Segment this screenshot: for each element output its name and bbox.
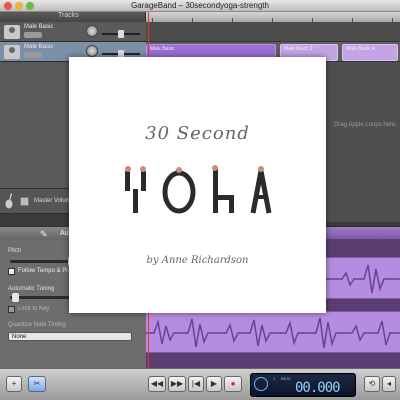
follow-tempo-checkbox[interactable] (8, 268, 15, 275)
tracks-header: Tracks (0, 12, 146, 22)
drag-loops-hint: Drag Apple Loops here. (334, 122, 398, 128)
control-bar: + ✂ ◀◀ ▶▶ |◀ ▶ ● 1 BEAT 00.000 ⟲ ◂ (0, 368, 400, 400)
tracks-header-label: Tracks (58, 12, 79, 19)
lcd-measure-label: 1 (273, 376, 276, 381)
follow-tempo-label: Follow Tempo & Pi (18, 268, 68, 274)
cover-title: 30 Second (145, 123, 250, 144)
cover-author: by Anne Richardson (146, 255, 249, 266)
limit-key-checkbox[interactable] (8, 306, 15, 313)
lcd-beat-label: BEAT (281, 376, 292, 381)
yoga-figures-logo (125, 165, 272, 214)
track-volume-slider[interactable] (102, 50, 140, 58)
window-titlebar: GarageBand – 30secondyoga-strength (0, 0, 400, 12)
volume-icon[interactable]: ◂ (382, 376, 396, 392)
male-voice-icon (4, 25, 20, 39)
track-lane[interactable] (146, 22, 400, 42)
pan-knob[interactable] (86, 25, 98, 37)
pan-knob[interactable] (86, 45, 98, 57)
timeline-ruler[interactable] (146, 12, 400, 22)
waveform-graphic (146, 317, 400, 349)
play-button[interactable]: ▶ (206, 376, 222, 392)
fast-forward-button[interactable]: ▶▶ (168, 376, 186, 392)
track-volume-slider[interactable] (102, 30, 140, 38)
album-cover: 30 Second by Anne Richardson (69, 57, 326, 313)
track-controls-button[interactable] (24, 32, 42, 38)
track-controls-button[interactable] (24, 52, 42, 58)
wrench-icon: ✎ (40, 229, 48, 239)
pitch-label: Pitch (8, 248, 22, 254)
limit-key-label: Limit to Key (18, 306, 50, 312)
master-enable-button[interactable] (20, 197, 29, 206)
region-label: Male Basic.4 (346, 46, 375, 52)
rewind-button[interactable]: ◀◀ (148, 376, 166, 392)
waveform-strip[interactable] (146, 311, 400, 353)
male-voice-icon (4, 45, 20, 59)
quantize-select[interactable]: None (8, 332, 132, 341)
record-button[interactable]: ● (224, 376, 242, 392)
track-name: Male Basic (24, 24, 54, 30)
tuning-thumb[interactable] (12, 293, 19, 302)
guitar-icon (5, 193, 13, 209)
lcd-time: 00.000 (295, 380, 341, 396)
loop-button[interactable]: ⟲ (364, 376, 380, 392)
go-to-start-button[interactable]: |◀ (188, 376, 204, 392)
region-label: Male Basic.2 (284, 46, 313, 52)
quantize-label: Quantize Note Timing (8, 322, 66, 328)
lcd-display[interactable]: 1 BEAT 00.000 (250, 373, 356, 397)
region-label: Male Basic (150, 46, 175, 52)
audio-region[interactable]: Male Basic.4 (342, 44, 398, 61)
volume-thumb[interactable] (118, 30, 124, 38)
add-track-button[interactable]: + (6, 376, 22, 392)
editor-panel-title: Au (60, 230, 69, 237)
clock-icon (254, 377, 268, 391)
automatic-tuning-label: Automatic Tuning (8, 286, 55, 292)
window-title: GarageBand – 30secondyoga-strength (131, 1, 269, 10)
track-name: Male Basic (24, 44, 54, 50)
editor-toggle-button[interactable]: ✂ (28, 376, 46, 392)
track-header[interactable]: Male Basic (0, 22, 146, 42)
